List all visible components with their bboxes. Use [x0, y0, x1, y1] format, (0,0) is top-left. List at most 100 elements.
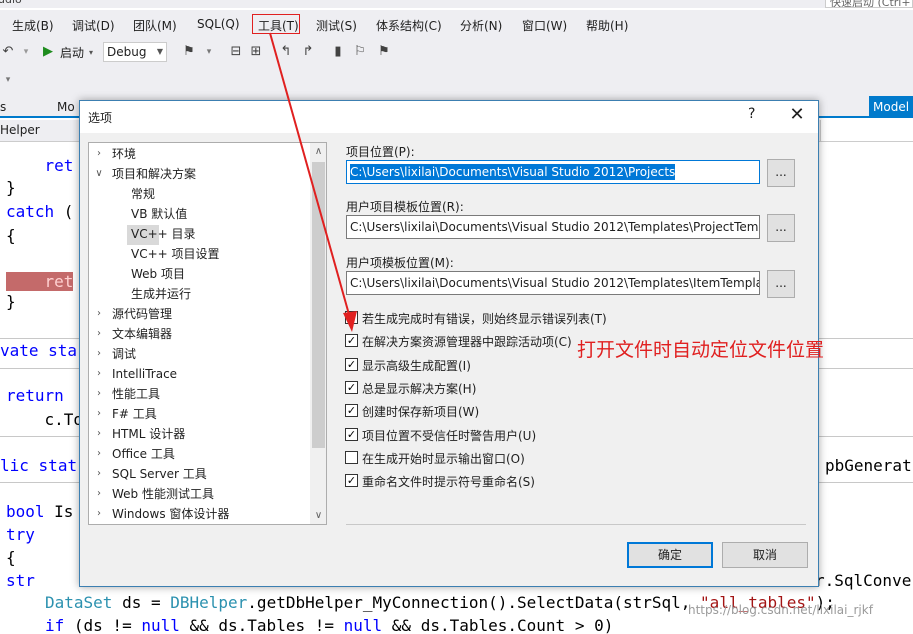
tree-scrollbar[interactable]: ∧ ∨ — [310, 143, 326, 524]
checkbox-checked-icon[interactable]: ✓ — [345, 311, 358, 324]
tree-item[interactable]: › Windows 窗体设计器 — [89, 504, 309, 524]
chevron-right-icon[interactable]: › — [94, 384, 104, 404]
project-location-label: 项目位置(P): — [346, 145, 415, 159]
tree-item[interactable]: › 性能工具 — [89, 384, 309, 404]
start-dropdown-icon[interactable]: ▾ — [89, 44, 93, 62]
cancel-button[interactable]: 取消 — [722, 542, 808, 568]
menu-help[interactable]: 帮助(H) — [586, 17, 628, 34]
tree-item-label: IntelliTrace — [112, 367, 178, 381]
tree-item[interactable]: › IntelliTrace — [89, 364, 309, 384]
configuration-select[interactable]: Debug ▼ — [103, 42, 167, 62]
bookmark-toggle-icon[interactable]: ⚐ — [352, 43, 368, 61]
tree-item[interactable]: 生成并运行 — [89, 284, 309, 304]
watermark: https://blog.csdn.net/lixilai_rjkf — [688, 603, 873, 617]
menu-debug[interactable]: 调试(D) — [72, 17, 115, 34]
find-icon[interactable]: ⚑ — [181, 43, 197, 61]
ok-button[interactable]: 确定 — [627, 542, 713, 568]
tree-item[interactable]: ∨ 项目和解决方案 — [89, 164, 309, 184]
checkbox-checked-icon[interactable]: ✓ — [345, 334, 358, 348]
project-location-browse-button[interactable]: ... — [767, 159, 795, 187]
tab-partial[interactable]: s — [0, 100, 6, 114]
menu-build[interactable]: 生成(B) — [12, 17, 54, 34]
project-location-input[interactable]: C:\Users\lixilai\Documents\Visual Studio… — [346, 160, 760, 184]
chevron-down-icon[interactable]: ∨ — [94, 164, 104, 184]
tree-item[interactable]: 常规 — [89, 184, 309, 204]
bookmark-prev-icon[interactable]: ↰ — [278, 43, 294, 61]
navigate-icon[interactable]: ⊞ — [248, 43, 264, 61]
tree-item-label: 项目和解决方案 — [112, 167, 197, 181]
overflow-icon[interactable]: ▾ — [0, 71, 16, 89]
project-template-browse-button[interactable]: ... — [767, 214, 795, 242]
chevron-right-icon[interactable]: › — [94, 304, 104, 324]
scroll-down-icon[interactable]: ∨ — [310, 507, 326, 524]
bookmark-clear-icon[interactable]: ⚑ — [376, 43, 392, 61]
checkbox-checked-icon[interactable]: ✓ — [345, 380, 358, 394]
tree-item[interactable]: › 源代码管理 — [89, 304, 309, 324]
tree-item-label: SQL Server 工具 — [112, 467, 207, 481]
dialog-title-bar: 选项 ? ✕ — [80, 101, 818, 133]
tree-item[interactable]: › Web 性能测试工具 — [89, 484, 309, 504]
dropdown-arrow-icon[interactable]: ▾ — [18, 43, 34, 61]
dialog-title: 选项 — [88, 111, 113, 125]
quick-launch-input[interactable]: 快速启动 (Ctrl+ — [825, 0, 913, 8]
tree-item[interactable]: VC++ 目录 — [89, 224, 309, 244]
scrollbar-thumb[interactable] — [312, 162, 325, 448]
tree-item-label: 文本编辑器 — [112, 327, 173, 341]
member-icon[interactable]: ⊟ — [228, 43, 244, 61]
start-button[interactable]: 启动 — [60, 44, 84, 62]
class-name[interactable]: Helper — [0, 123, 40, 137]
code-line: str — [6, 571, 35, 590]
divider — [346, 524, 806, 525]
tab-model[interactable]: Model — [869, 96, 913, 118]
tree-item[interactable]: › SQL Server 工具 — [89, 464, 309, 484]
close-button[interactable]: ✕ — [787, 104, 807, 126]
tree-item[interactable]: VB 默认值 — [89, 204, 309, 224]
tree-item[interactable]: › 环境 — [89, 144, 309, 164]
tree-item-label: Web 性能测试工具 — [112, 487, 214, 501]
tree-item[interactable]: Web 项目 — [89, 264, 309, 284]
checkbox-checked-icon[interactable]: ✓ — [345, 474, 358, 488]
tree-item-label: 常规 — [131, 187, 156, 201]
chevron-right-icon[interactable]: › — [94, 144, 104, 164]
chevron-right-icon[interactable]: › — [94, 404, 104, 424]
menu-sql[interactable]: SQL(Q) — [197, 17, 240, 31]
scroll-up-icon[interactable]: ∧ — [310, 143, 326, 160]
tree-item[interactable]: › 文本编辑器 — [89, 324, 309, 344]
chevron-right-icon[interactable]: › — [94, 484, 104, 504]
checkbox-checked-icon[interactable]: ✓ — [345, 357, 358, 371]
bookmark-next-icon[interactable]: ↱ — [300, 43, 316, 61]
tree-item[interactable]: › Office 工具 — [89, 444, 309, 464]
member-dropdown[interactable] — [820, 120, 913, 141]
start-icon[interactable]: ▶ — [40, 43, 56, 61]
undo-icon[interactable]: ↶ — [0, 43, 16, 61]
tree-item[interactable]: › 调试 — [89, 344, 309, 364]
find-dropdown-icon[interactable]: ▾ — [201, 43, 217, 61]
help-button[interactable]: ? — [748, 106, 755, 122]
tree-item-label: 源代码管理 — [112, 307, 173, 321]
checkbox-checked-icon[interactable]: ✓ — [345, 427, 358, 441]
chevron-right-icon[interactable]: › — [94, 464, 104, 484]
menu-team[interactable]: 团队(M) — [133, 17, 177, 34]
chevron-right-icon[interactable]: › — [94, 364, 104, 384]
menu-window[interactable]: 窗口(W) — [522, 17, 567, 34]
chevron-right-icon[interactable]: › — [94, 504, 104, 524]
tree-item[interactable]: › F# 工具 — [89, 404, 309, 424]
tree-item[interactable]: VC++ 项目设置 — [89, 244, 309, 264]
chevron-right-icon[interactable]: › — [94, 424, 104, 444]
ide-title-bar: udio 快速启动 (Ctrl+ — [0, 0, 913, 8]
app-title: udio — [0, 0, 22, 6]
item-template-browse-button[interactable]: ... — [767, 270, 795, 298]
menu-analyze[interactable]: 分析(N) — [460, 17, 502, 34]
checkbox-checked-icon[interactable]: ✓ — [345, 404, 358, 418]
menu-test[interactable]: 测试(S) — [316, 17, 357, 34]
checkbox-unchecked-icon[interactable] — [345, 450, 358, 464]
tree-item[interactable]: › HTML 设计器 — [89, 424, 309, 444]
tab-mo[interactable]: Mo — [57, 100, 75, 114]
item-template-input[interactable]: C:\Users\lixilai\Documents\Visual Studio… — [346, 271, 760, 295]
chevron-right-icon[interactable]: › — [94, 444, 104, 464]
bookmark-icon[interactable]: ▮ — [330, 43, 346, 61]
project-template-input[interactable]: C:\Users\lixilai\Documents\Visual Studio… — [346, 215, 760, 239]
chevron-right-icon[interactable]: › — [94, 324, 104, 344]
menu-architecture[interactable]: 体系结构(C) — [376, 17, 442, 34]
chevron-right-icon[interactable]: › — [94, 344, 104, 364]
